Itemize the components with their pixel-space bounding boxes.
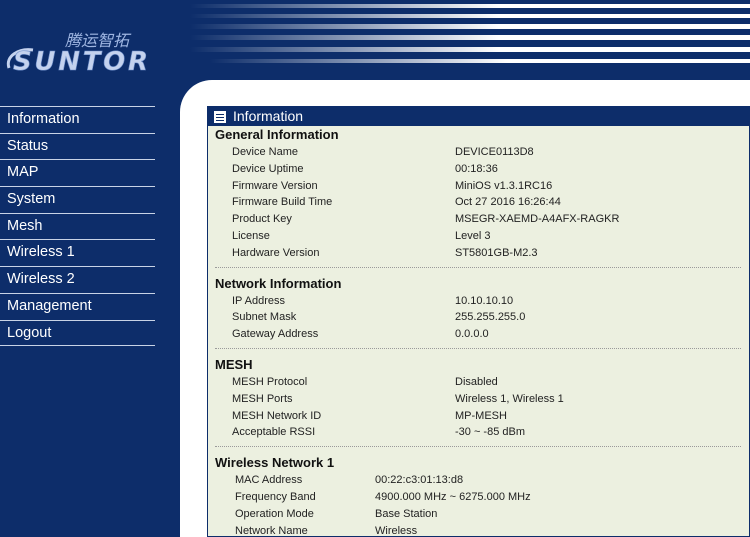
header-stripe xyxy=(190,4,750,8)
row-value: Level 3 xyxy=(455,229,491,242)
row-label: Device Uptime xyxy=(232,162,304,175)
info-row: Frequency Band 4900.000 MHz ~ 6275.000 MH… xyxy=(215,489,741,506)
row-value: 00:18:36 xyxy=(455,162,498,175)
info-row: Gateway Address 0.0.0.0 xyxy=(215,326,741,343)
row-label: Firmware Build Time xyxy=(232,196,333,209)
info-row: MESH Network ID MP-MESH xyxy=(215,408,741,425)
row-value: 4900.000 MHz ~ 6275.000 MHz xyxy=(375,490,531,503)
row-value: DEVICE0113D8 xyxy=(455,146,534,158)
row-label: MESH Protocol xyxy=(232,375,308,388)
info-row: Acceptable RSSI -30 ~ -85 dBm xyxy=(215,424,741,441)
info-row: Operation Mode Base Station xyxy=(215,506,741,523)
sidebar-item-wireless-2[interactable]: Wireless 2 xyxy=(0,266,155,293)
sidebar-item-information[interactable]: Information xyxy=(0,106,155,133)
row-value: Disabled xyxy=(455,375,498,388)
header-stripe xyxy=(190,14,750,18)
sidebar-item-mesh[interactable]: Mesh xyxy=(0,212,155,240)
info-row: Subnet Mask 255.255.255.0 xyxy=(215,309,741,326)
row-label: Network Name xyxy=(235,524,308,537)
row-value: 255.255.255.0 xyxy=(455,311,526,324)
sidebar-item-map[interactable]: MAP xyxy=(0,159,155,186)
sidebar-item-logout[interactable]: Logout xyxy=(0,319,155,347)
sidebar-item-management[interactable]: Management xyxy=(0,292,155,320)
row-label: Hardware Version xyxy=(232,246,320,259)
info-row: License Level 3 xyxy=(215,228,741,245)
info-row: Device Uptime 00:18:36 xyxy=(215,161,741,178)
row-label: MAC Address xyxy=(235,474,303,487)
section-divider xyxy=(215,446,741,448)
row-label: Gateway Address xyxy=(232,328,319,341)
header-stripe xyxy=(190,47,750,52)
row-value: Wireless 1, Wireless 1 xyxy=(455,392,564,405)
logo-en-text: SUNTOR xyxy=(13,47,148,75)
row-label: Product Key xyxy=(232,213,292,226)
info-row: Hardware Version ST5801GB-M2.3 xyxy=(215,245,741,262)
sidebar-item-status[interactable]: Status xyxy=(0,132,155,160)
info-row: Network Name Wireless xyxy=(215,523,741,537)
row-label: Acceptable RSSI xyxy=(232,426,316,439)
info-row: Device Name DEVICE0113D8 xyxy=(215,144,741,161)
row-value: Oct 27 2016 16:26:44 xyxy=(455,196,561,209)
sidebar: Information Status MAP System Mesh Wirel… xyxy=(0,106,155,347)
section-title: General Information xyxy=(215,127,339,142)
panel-header: Information xyxy=(208,107,749,126)
general-information-section: General Information Device Name DEVICE011… xyxy=(208,126,749,262)
mesh-section: MESH MESH Protocol Disabled MESH Ports Wir… xyxy=(208,356,749,441)
row-label: Operation Mode xyxy=(235,507,314,520)
info-row: Product Key MSEGR-XAEMD-A4AFX-RAGKR xyxy=(215,211,741,228)
row-value: 10.10.10.10 xyxy=(455,294,514,307)
row-value: -30 ~ -85 dBm xyxy=(455,426,526,439)
section-title: Network Information xyxy=(215,275,342,291)
row-value: MSEGR-XAEMD-A4AFX-RAGKR xyxy=(455,213,620,226)
row-value: Base Station xyxy=(375,507,438,520)
info-row: MESH Ports Wireless 1, Wireless 1 xyxy=(215,391,741,408)
info-row: MAC Address 00:22:c3:01:13:d8 xyxy=(215,472,741,489)
row-label: Firmware Version xyxy=(232,179,318,192)
network-information-section: Network Information IP Address 10.10.10.1… xyxy=(208,275,749,343)
row-value: 0.0.0.0 xyxy=(455,328,489,341)
list-icon xyxy=(214,110,226,123)
section-divider xyxy=(215,266,741,268)
sidebar-item-wireless-1[interactable]: Wireless 1 xyxy=(0,239,155,266)
information-panel: Information General Information Device N… xyxy=(207,106,750,537)
header-stripe xyxy=(190,35,750,40)
section-divider xyxy=(215,347,741,349)
suntor-logo: 腾运智拓 SUNTOR xyxy=(6,31,148,75)
row-value: 00:22:c3:01:13:d8 xyxy=(375,474,464,487)
row-label: Frequency Band xyxy=(235,490,316,503)
panel-title: Information xyxy=(233,108,304,124)
info-row: IP Address 10.10.10.10 xyxy=(215,293,741,310)
row-label: License xyxy=(232,229,270,242)
row-value: Wireless xyxy=(375,524,418,537)
row-value: ST5801GB-M2.3 xyxy=(455,246,538,259)
row-value: MiniOS v1.3.1RC16 xyxy=(455,179,553,192)
section-title: Wireless Network 1 xyxy=(215,455,335,471)
info-row: MESH Protocol Disabled xyxy=(215,374,741,391)
row-value: MP-MESH xyxy=(455,409,507,422)
row-label: IP Address xyxy=(232,294,285,307)
row-label: Device Name xyxy=(232,146,299,158)
header-stripe xyxy=(210,59,750,63)
header-stripe xyxy=(190,24,750,29)
sidebar-item-system[interactable]: System xyxy=(0,186,155,213)
info-row: Firmware Build Time Oct 27 2016 16:26:44 xyxy=(215,194,741,211)
wireless-network-1-section: Wireless Network 1 MAC Address 00:22:c3:0… xyxy=(208,454,749,537)
section-title: MESH xyxy=(215,356,253,372)
row-label: MESH Network ID xyxy=(232,409,322,422)
row-label: Subnet Mask xyxy=(232,311,297,324)
info-row: Firmware Version MiniOS v1.3.1RC16 xyxy=(215,178,741,195)
row-label: MESH Ports xyxy=(232,392,293,405)
